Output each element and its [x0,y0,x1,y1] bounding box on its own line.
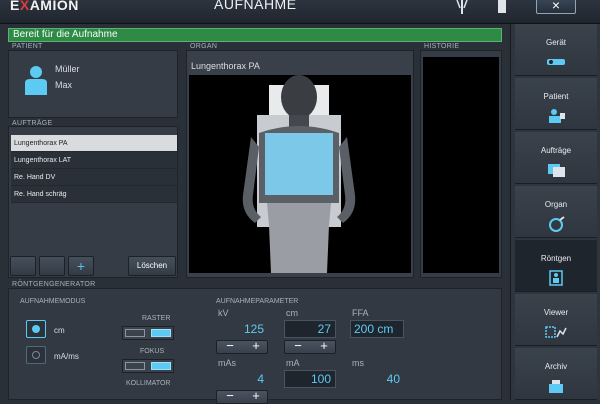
ma-field[interactable]: 100 [284,370,336,388]
cm-label: cm [286,308,298,318]
mas-label: mAs [218,358,236,368]
title-bar: EXAMION AUFNAHME × [0,0,600,24]
status-banner: Bereit für die Aufnahme [8,28,502,42]
history-panel [420,50,502,278]
orders-list: Lungenthorax PA Lungenthorax LAT Re. Han… [11,135,177,203]
order-item[interactable]: Lungenthorax PA [11,135,177,152]
kv-stepper[interactable]: − + [216,338,268,354]
ma-label: mA [286,358,300,368]
cm-field[interactable]: 27 [284,320,336,338]
ffa-field[interactable]: 200 cm [350,320,404,338]
ms-value: 40 [386,372,400,386]
device-icon [547,59,565,65]
nav-item-patient[interactable]: Patient [515,78,597,130]
organ-title: Lungenthorax PA [191,61,260,71]
mode-mams-label: mA/ms [54,352,79,361]
kv-value: 125 [243,322,264,336]
nav-item-viewer[interactable]: Viewer [515,294,597,346]
organ-panel: Lungenthorax PA [186,50,414,278]
mode-label: AUFNAHMEMODUS [20,298,86,305]
params-label: AUFNAHMEPARAMETER [216,298,299,305]
organ-image[interactable] [189,75,411,273]
xray-icon [549,270,563,286]
mas-value: 4 [257,372,264,386]
signal-icon [456,0,468,14]
order-slot-button-1[interactable] [10,256,36,276]
patient-last-name: Müller [55,64,80,74]
ms-label: ms [352,358,364,368]
mode-cm-label: cm [54,326,65,335]
orders-icon [548,164,565,177]
nav-item-archiv[interactable]: Archiv [515,348,597,400]
organ-section-label: ORGAN [190,43,218,50]
patient-first-name: Max [55,80,73,90]
patient-panel[interactable]: Müller Max [8,50,178,118]
organ-icon [549,216,565,232]
patient-icon [549,109,565,123]
history-thumbnail-area[interactable] [423,57,499,273]
raster-toggle[interactable] [122,326,174,340]
patient-section-label: PATIENT [12,43,43,50]
app-logo: EXAMION [10,0,79,13]
order-item[interactable]: Lungenthorax LAT [11,152,177,169]
kollimator-label: KOLLIMATOR [126,380,171,387]
fokus-toggle[interactable] [122,359,174,373]
raster-label: RASTER [142,315,171,322]
nav-item-roentgen[interactable]: Röntgen [515,240,597,292]
mode-cm-radio[interactable] [26,320,46,338]
mas-stepper[interactable]: − + [216,388,268,404]
history-section-label: HISTORIE [424,43,460,50]
nav-sidebar: Gerät Patient Aufträge Organ Röntgen Vie… [510,24,600,400]
thorax-illustration-icon [242,75,356,273]
page-title: AUFNAHME [214,0,297,12]
mode-mams-radio[interactable] [26,346,46,364]
fokus-label: FOKUS [140,348,165,355]
order-slot-button-2[interactable] [39,256,65,276]
patient-avatar-icon [25,66,47,95]
add-order-button[interactable]: + [68,256,94,276]
archive-icon [549,380,563,393]
cm-stepper[interactable]: − + [284,338,336,354]
ffa-label: FFA [352,308,369,318]
nav-item-geraet[interactable]: Gerät [515,24,597,76]
close-button[interactable]: × [536,0,576,14]
nav-item-organ[interactable]: Organ [515,186,597,238]
nav-item-auftraege[interactable]: Aufträge [515,132,597,184]
order-item[interactable]: Re. Hand DV [11,169,177,186]
generator-section-label: RÖNTGENGENERATOR [12,281,96,288]
battery-icon [498,0,506,13]
order-item[interactable]: Re. Hand schräg [11,186,177,203]
viewer-icon [545,326,567,338]
delete-order-button[interactable]: Löschen [128,256,176,276]
kv-label: kV [218,308,229,318]
